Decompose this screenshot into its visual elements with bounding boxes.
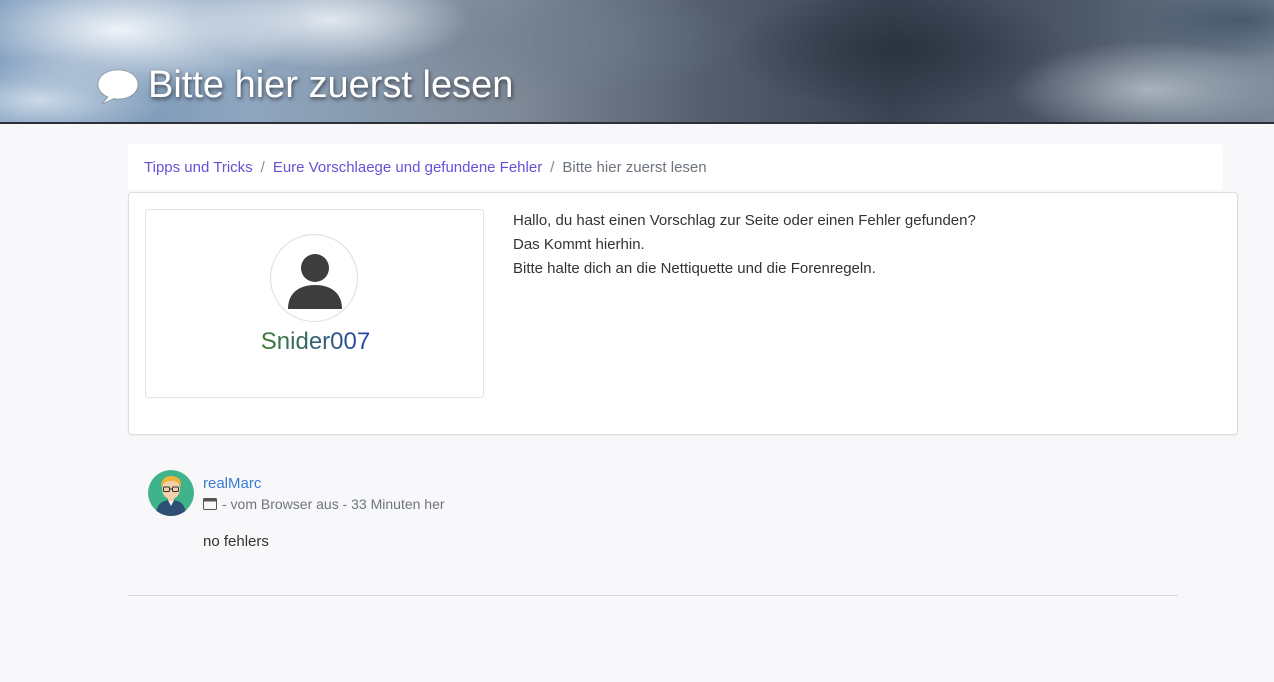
chat-bubble-icon bbox=[97, 68, 139, 104]
comment-avatar[interactable] bbox=[148, 470, 194, 516]
comment-meta: - vom Browser aus - 33 Minuten her bbox=[203, 496, 445, 512]
post-line: Das Kommt hierhin. bbox=[513, 236, 645, 253]
page-title-text: Bitte hier zuerst lesen bbox=[148, 64, 514, 106]
comment-username[interactable]: realMarc bbox=[203, 475, 261, 492]
post-line: Bitte halte dich an die Nettiquette und … bbox=[513, 260, 876, 277]
post-body: Hallo, du hast einen Vorschlag zur Seite… bbox=[513, 209, 976, 281]
divider bbox=[128, 595, 1178, 596]
breadcrumb: Tipps und Tricks / Eure Vorschlaege und … bbox=[128, 144, 1223, 190]
post-card: Snider007 Hallo, du hast einen Vorschlag… bbox=[128, 192, 1238, 435]
breadcrumb-separator: / bbox=[260, 158, 265, 176]
author-name[interactable]: Snider007 bbox=[146, 328, 485, 356]
author-box: Snider007 bbox=[145, 209, 484, 398]
breadcrumb-separator: / bbox=[550, 158, 555, 176]
breadcrumb-current: Bitte hier zuerst lesen bbox=[562, 158, 707, 176]
author-avatar[interactable] bbox=[270, 234, 358, 322]
browser-window-icon bbox=[203, 498, 217, 510]
user-silhouette-icon bbox=[288, 254, 342, 309]
avatar-illustration-icon bbox=[148, 470, 194, 516]
breadcrumb-link-vorschlaege[interactable]: Eure Vorschlaege und gefundene Fehler bbox=[273, 159, 542, 176]
header-banner: Bitte hier zuerst lesen bbox=[0, 0, 1274, 124]
breadcrumb-link-tipps[interactable]: Tipps und Tricks bbox=[144, 159, 253, 176]
comment-meta-text: - vom Browser aus - 33 Minuten her bbox=[222, 496, 445, 512]
page-title: Bitte hier zuerst lesen bbox=[96, 64, 513, 107]
post-line: Hallo, du hast einen Vorschlag zur Seite… bbox=[513, 212, 976, 229]
comment-body: no fehlers bbox=[203, 533, 269, 550]
